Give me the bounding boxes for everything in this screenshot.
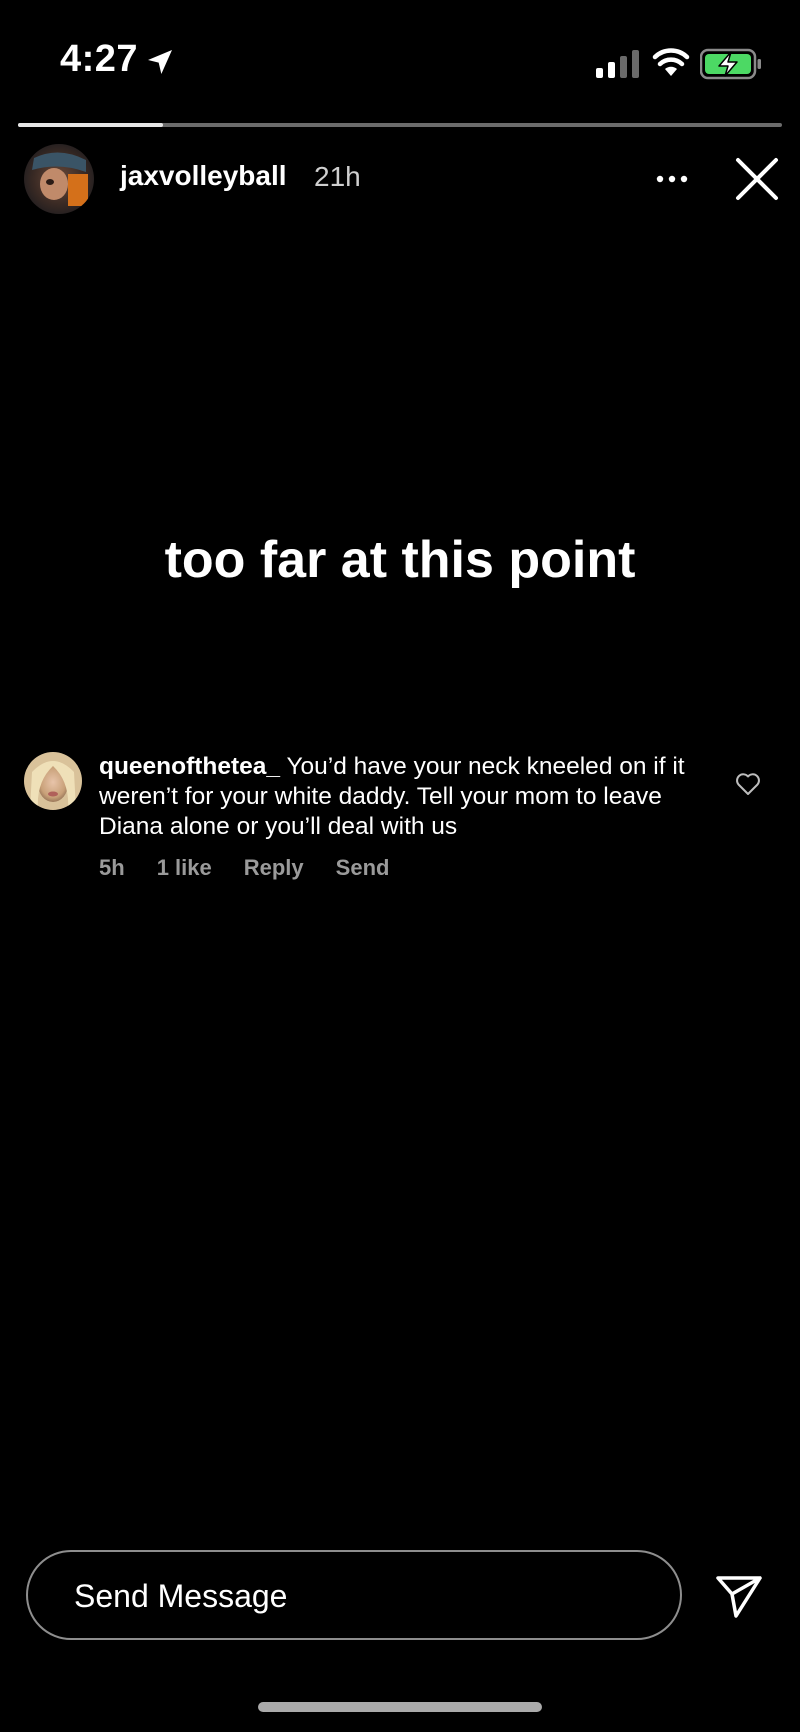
close-icon[interactable] — [734, 156, 780, 202]
comment-meta: 5h 1 like Reply Send — [99, 855, 389, 881]
cellular-signal-icon — [596, 50, 639, 78]
battery-charging-icon — [700, 48, 761, 80]
wifi-icon — [652, 48, 690, 76]
comment-avatar[interactable] — [24, 752, 82, 810]
message-composer — [26, 1550, 682, 1640]
comment-likes[interactable]: 1 like — [157, 855, 212, 881]
comment-send-button[interactable]: Send — [336, 855, 390, 881]
comment-reply-button[interactable]: Reply — [244, 855, 304, 881]
more-options-icon[interactable] — [652, 164, 692, 194]
story-age: 21h — [314, 161, 361, 192]
heart-icon[interactable] — [735, 772, 761, 796]
comment-time: 5h — [99, 855, 125, 880]
home-indicator[interactable] — [258, 1702, 542, 1712]
send-message-input[interactable] — [72, 1552, 636, 1640]
story-progress-bar — [18, 123, 782, 127]
send-icon[interactable] — [714, 1570, 764, 1620]
comment-body: queenofthetea_ You’d have your neck knee… — [99, 752, 689, 842]
status-time: 4:27 — [60, 38, 139, 80]
location-arrow-icon — [148, 50, 172, 74]
comment-author[interactable]: queenofthetea_ — [99, 753, 280, 780]
story-text: too far at this point — [164, 531, 636, 589]
story-username[interactable]: jaxvolleyball — [120, 160, 287, 192]
story-progress-fill — [18, 123, 164, 127]
avatar[interactable] — [24, 144, 94, 214]
